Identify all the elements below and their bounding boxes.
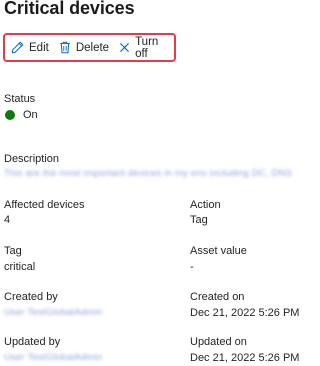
description-label: Description: [4, 153, 60, 165]
status-dot-icon: [5, 110, 15, 120]
affected-devices-label: Affected devices: [4, 199, 85, 211]
updated-by-label: Updated by: [4, 336, 61, 348]
asset-value-value: -: [190, 261, 194, 273]
description-value: This are the most important devices in m…: [4, 168, 293, 179]
close-icon: [119, 42, 130, 53]
pencil-icon: [11, 41, 24, 54]
action-label: Action: [190, 199, 221, 211]
updated-on-label: Updated on: [190, 336, 247, 348]
updated-on-value: Dec 21, 2022 5:26 PM: [190, 352, 300, 364]
action-value: Tag: [190, 214, 208, 226]
tag-value: critical: [4, 261, 36, 273]
trash-icon: [59, 41, 71, 54]
page-title: Critical devices: [4, 0, 135, 18]
status-value: On: [5, 109, 38, 121]
created-on-label: Created on: [190, 291, 245, 303]
asset-value-label: Asset value: [190, 245, 247, 257]
edit-label: Edit: [29, 41, 49, 54]
command-toolbar: Edit Delete Turn off: [3, 33, 176, 62]
created-by-label: Created by: [4, 291, 58, 303]
device-group-details-panel: Critical devices Edit Delete Turn off St…: [0, 0, 300, 366]
affected-devices-value: 4: [4, 214, 11, 226]
delete-label: Delete: [75, 41, 110, 54]
status-text: On: [23, 109, 38, 121]
tag-label: Tag: [4, 245, 22, 257]
updated-by-value: User TestGlobalAdmin: [4, 352, 103, 363]
created-by-value: User TestGlobalAdmin: [4, 307, 103, 318]
status-label: Status: [4, 93, 36, 105]
created-on-value: Dec 21, 2022 5:26 PM: [190, 307, 300, 319]
turn-off-label: Turn off: [135, 35, 159, 60]
turn-off-button[interactable]: Turn off: [119, 36, 164, 60]
delete-button[interactable]: Delete: [59, 41, 109, 54]
edit-button[interactable]: Edit: [11, 41, 49, 54]
